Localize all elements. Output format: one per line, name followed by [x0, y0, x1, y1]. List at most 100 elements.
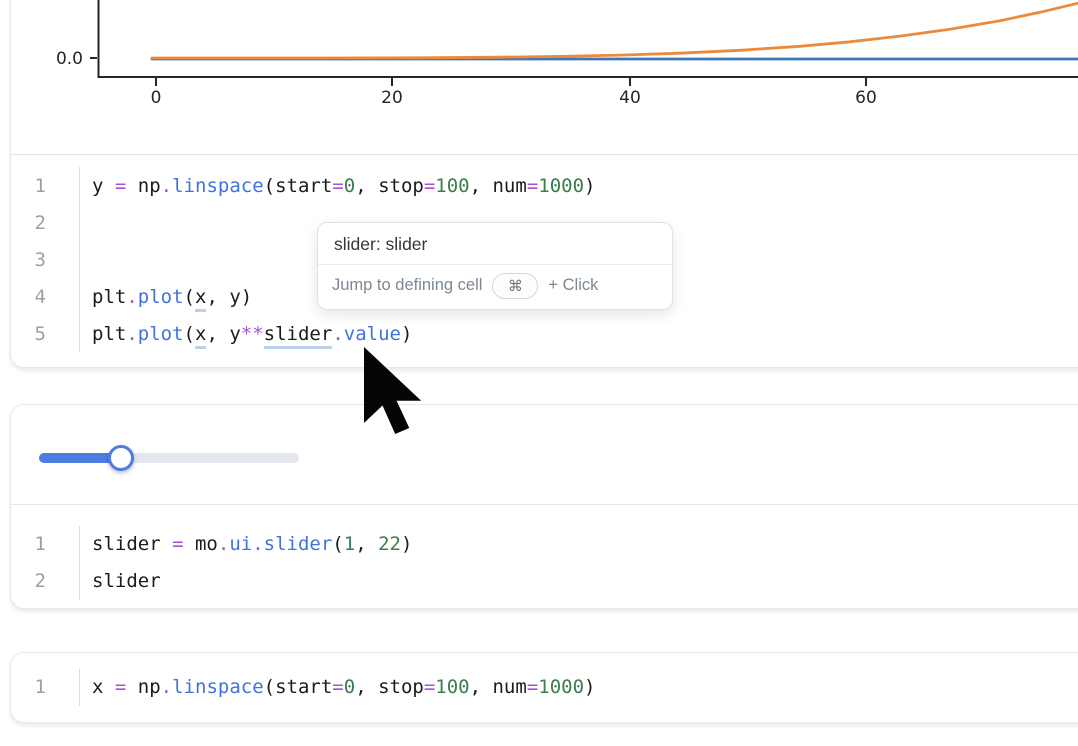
code-line: 2 slider [11, 563, 1078, 600]
code-token: y [92, 175, 115, 197]
code-token: . [252, 533, 263, 555]
code-token: , [355, 533, 378, 555]
code-line: 1slider = mo.ui.slider(1, 22) [11, 526, 1078, 563]
code-token: = [424, 175, 435, 197]
line-number: 1 [11, 175, 79, 197]
code-token: , stop [355, 175, 424, 197]
code-token: ui [229, 533, 252, 555]
code-token: value [344, 323, 401, 345]
code-token: , y) [206, 286, 252, 308]
code-token: linspace [172, 676, 264, 698]
code-token: . [126, 323, 137, 345]
code-token: slider [92, 570, 161, 592]
code-token: = [115, 676, 126, 698]
code-token: ( [332, 533, 343, 555]
code-token: 1000 [538, 175, 584, 197]
notebook-cell-slider: 1slider = mo.ui.slider(1, 22)2slider [10, 404, 1078, 609]
code-token: . [218, 533, 229, 555]
variable-tooltip: slider: slider Jump to defining cell ⌘ +… [317, 222, 673, 310]
code-token: = [527, 175, 538, 197]
svg-text:60: 60 [855, 88, 877, 108]
code-token: . [126, 286, 137, 308]
code-token: . [161, 676, 172, 698]
command-key-badge: ⌘ [492, 273, 538, 299]
variable-reference[interactable]: x [195, 323, 206, 349]
tooltip-footer: Jump to defining cell ⌘ + Click [318, 265, 672, 306]
code-editor-x[interactable]: 1x = np.linspace(start=0, stop=100, num=… [11, 653, 1078, 722]
code-text[interactable]: x = np.linspace(start=0, stop=100, num=1… [79, 669, 1078, 706]
code-token: = [332, 676, 343, 698]
code-token: 22 [378, 533, 401, 555]
line-number: 1 [11, 676, 79, 698]
code-text[interactable]: slider [79, 563, 1078, 600]
slider-track[interactable] [39, 453, 299, 463]
code-token: 0 [344, 676, 355, 698]
plot-output-area: 0.0 0 20 40 60 [11, 0, 1078, 155]
code-token: mo [184, 533, 218, 555]
svg-text:20: 20 [381, 88, 403, 108]
code-token: ( [184, 286, 195, 308]
slider-output-area [11, 405, 1078, 505]
code-token: 1000 [538, 676, 584, 698]
variable-reference[interactable]: x [195, 286, 206, 312]
notebook-cell-x: 1x = np.linspace(start=0, stop=100, num=… [10, 652, 1078, 723]
code-token: 100 [435, 175, 469, 197]
tooltip-title: slider: slider [318, 223, 672, 264]
code-line: 1y = np.linspace(start=0, stop=100, num=… [11, 167, 1078, 204]
code-token: , num [470, 175, 527, 197]
slider-handle[interactable] [108, 445, 134, 471]
code-token: plot [138, 286, 184, 308]
code-token: = [115, 175, 126, 197]
code-token: slider [264, 533, 333, 555]
line-number: 1 [11, 533, 79, 555]
code-token: 0 [344, 175, 355, 197]
code-token: ) [584, 676, 595, 698]
line-number: 3 [11, 249, 79, 271]
svg-text:0.0: 0.0 [56, 49, 83, 69]
code-token: (start [264, 175, 333, 197]
code-token: plt [92, 286, 126, 308]
code-token: ) [584, 175, 595, 197]
code-token: = [527, 676, 538, 698]
svg-text:40: 40 [619, 88, 641, 108]
line-number: 5 [11, 323, 79, 345]
code-line: 1x = np.linspace(start=0, stop=100, num=… [11, 669, 1078, 706]
code-token: ( [184, 323, 195, 345]
line-number: 4 [11, 286, 79, 308]
code-token: . [332, 323, 343, 345]
jump-to-defining-cell-label[interactable]: Jump to defining cell [332, 276, 482, 295]
code-token: slider [92, 533, 172, 555]
code-token: plt [92, 323, 126, 345]
code-token: 100 [435, 676, 469, 698]
line-number: 2 [11, 570, 79, 592]
line-number: 2 [11, 212, 79, 234]
code-token: = [172, 533, 183, 555]
command-key-icon: ⌘ [508, 277, 523, 295]
matplotlib-figure: 0.0 0 20 40 60 [11, 0, 1078, 154]
code-token: . [161, 175, 172, 197]
code-token: ) [401, 533, 412, 555]
code-token: = [424, 676, 435, 698]
svg-text:0: 0 [151, 88, 162, 108]
click-hint-label: + Click [548, 276, 598, 295]
variable-reference[interactable]: slider [264, 323, 333, 349]
code-token: 1 [344, 533, 355, 555]
code-token: ** [241, 323, 264, 345]
code-token: linspace [172, 175, 264, 197]
code-token: , y [206, 323, 240, 345]
code-token: = [332, 175, 343, 197]
code-text[interactable]: plt.plot(x, y**slider.value) [79, 315, 1078, 352]
code-text[interactable]: y = np.linspace(start=0, stop=100, num=1… [79, 167, 1078, 204]
code-token: , stop [355, 676, 424, 698]
code-token: plot [138, 323, 184, 345]
code-token: np [126, 175, 160, 197]
code-token: np [126, 676, 160, 698]
code-token: x [92, 676, 115, 698]
code-text[interactable]: slider = mo.ui.slider(1, 22) [79, 526, 1078, 563]
code-token: (start [264, 676, 333, 698]
code-line: 5plt.plot(x, y**slider.value) [11, 315, 1078, 352]
notebook-cell-plot: 0.00204060 1y = np.linspace(start=0, sto… [10, 0, 1078, 368]
code-editor-slider[interactable]: 1slider = mo.ui.slider(1, 22)2slider [11, 505, 1078, 608]
code-token: , num [470, 676, 527, 698]
code-token: ) [401, 323, 412, 345]
